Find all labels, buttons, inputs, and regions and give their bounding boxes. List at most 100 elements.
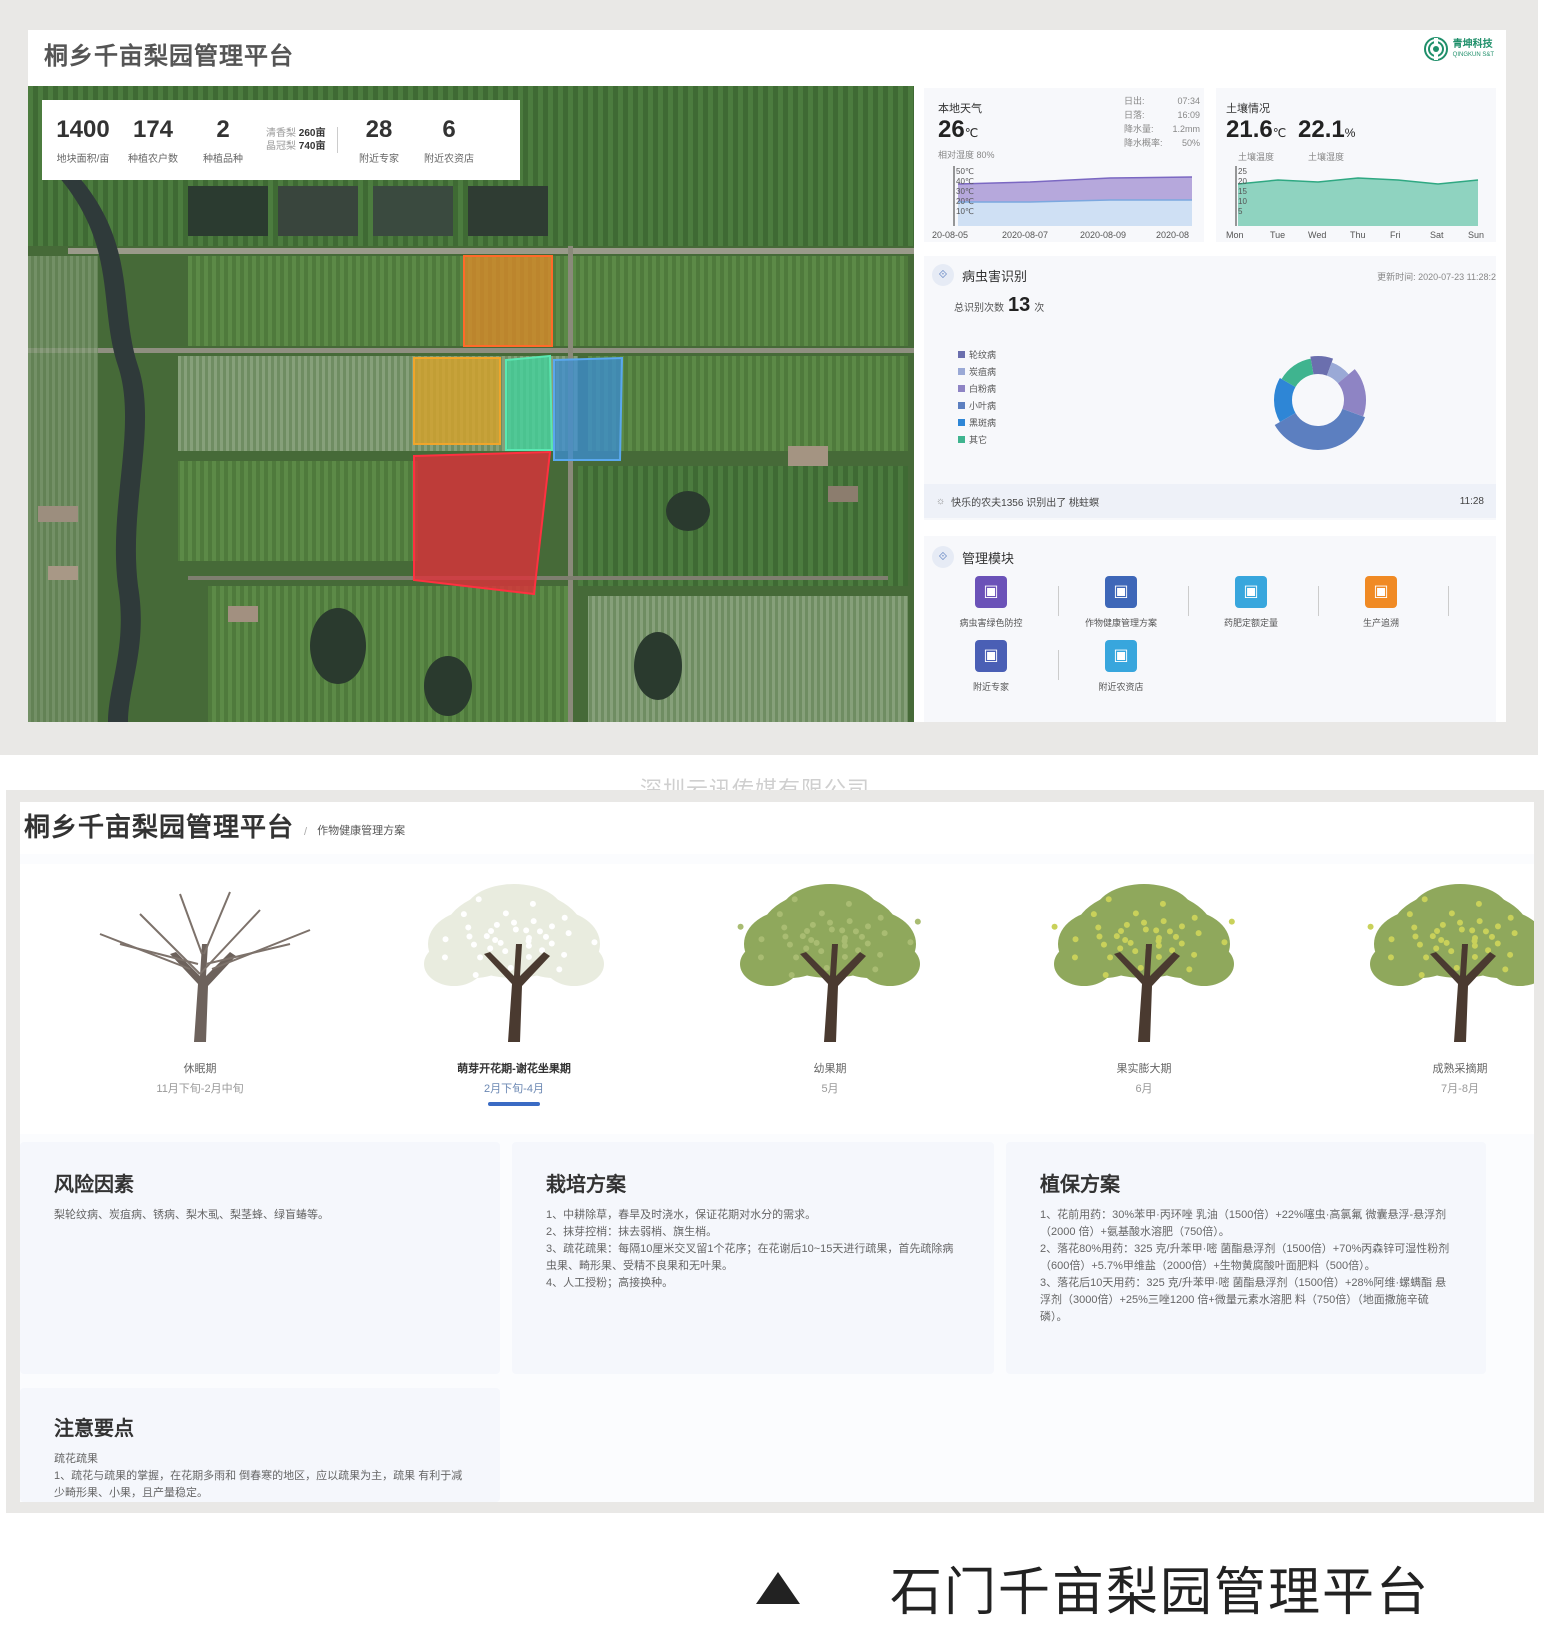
temp-unit: ℃	[964, 126, 979, 140]
pear-tree-image	[1051, 884, 1235, 1042]
pest-updated: 更新时间: 2020-07-23 11:28:2	[1377, 272, 1496, 282]
pest-total-label: 总识别次数	[954, 303, 1004, 314]
legend-label: 小叶病	[969, 401, 997, 411]
x-tick: Sun	[1468, 230, 1484, 240]
module-shield-star[interactable]: ▣ 病虫害绿色防控	[928, 576, 1054, 629]
stat-label: 附近农资店	[424, 153, 474, 165]
sun-icon: ☼	[936, 495, 946, 507]
soil-humidity-unit: %	[1344, 126, 1356, 140]
dashboard-window: 桐乡千亩梨园管理平台 青坤科技 QINGKUN S&T 1400 地块面积/亩 …	[28, 30, 1506, 722]
detail-value: 07:34	[1177, 96, 1200, 106]
modules-panel: ⟐ 管理模块 ▣ 病虫害绿色防控 ▣ 作物健康管理方案 ▣ 药肥定额定量 ▣ 生产追溯 ▣ 附近专…	[924, 536, 1496, 722]
logo-cn: 青坤科技	[1452, 39, 1493, 50]
stage-tab[interactable]: 休眠期 11月下旬-2月中旬	[50, 874, 350, 1096]
header: 桐乡千亩梨园管理平台 青坤科技 QINGKUN S&T	[28, 30, 1506, 80]
x-tick: 2020-08-09	[1080, 230, 1126, 240]
stat-value: 1400	[56, 115, 110, 143]
satellite-map[interactable]: 1400 地块面积/亩 174 种植农户数 2 种植品种 清香梨 260亩 晶冠…	[28, 86, 914, 722]
y-tick: 20℃	[956, 197, 974, 206]
soil-chart: 25 20 15 10 5 Mon Tue Wed Thu Fri Sat Su…	[1226, 166, 1484, 240]
stage-date: 7月-8月	[1441, 1083, 1479, 1095]
dashboard-screenshot: 桐乡千亩梨园管理平台 青坤科技 QINGKUN S&T 1400 地块面积/亩 …	[0, 0, 1538, 755]
breadcrumb[interactable]: 作物健康管理方案	[317, 822, 405, 838]
temp-value: 26	[938, 116, 965, 143]
weather-details: 日出: 07:34 日落: 16:09 降水量: 1.2mm 降水概率: 50%	[1124, 94, 1200, 150]
module-label: 附近专家	[972, 682, 1009, 692]
x-tick: Thu	[1350, 230, 1366, 240]
legend-item: 轮纹病	[958, 346, 996, 363]
stage-tab[interactable]: 果实膨大期 6月	[994, 874, 1294, 1096]
module-divider	[1448, 586, 1449, 616]
stat-value: 2	[216, 115, 230, 143]
health-plan-icon: ▣	[1105, 576, 1137, 608]
module-label: 生产追溯	[1362, 618, 1399, 628]
legend-swatch	[958, 402, 965, 409]
variety-area: 740亩	[298, 141, 326, 152]
detail-key: 日落:	[1124, 110, 1145, 120]
notes-card: 注意要点 疏花疏果 1、疏花与疏果的掌握，在花期多雨和 倒春寒的地区，应以疏果为…	[20, 1388, 500, 1502]
legend-item: 黑斑病	[958, 414, 996, 431]
breadcrumb-separator: /	[304, 826, 308, 838]
pest-total: 总识别次数 13 次	[954, 294, 1044, 317]
risk-title: 风险因素	[54, 1174, 134, 1196]
x-tick: 2020-08-07	[1002, 230, 1048, 240]
y-tick: 50℃	[956, 167, 974, 176]
pear-tree-image	[99, 891, 311, 1042]
x-tick: Sat	[1430, 230, 1444, 240]
soil-panel: 土壤情况 21.6℃ 22.1% 土壤温度 土壤湿度 25 20 15 10 5…	[1216, 88, 1496, 242]
stage-date: 5月	[821, 1083, 839, 1095]
module-database[interactable]: ▣ 药肥定额定量	[1188, 576, 1314, 629]
stage-tab[interactable]: 萌芽开花期-谢花坐果期 2月下旬-4月	[364, 874, 664, 1106]
legend-item: 其它	[958, 431, 996, 448]
y-tick: 25	[1238, 167, 1247, 176]
stage-tab[interactable]: 成熟采摘期 7月-8月	[1310, 874, 1534, 1096]
module-expert[interactable]: ▣ 附近专家	[928, 640, 1054, 693]
shield-star-icon: ▣	[975, 576, 1007, 608]
stage-name: 幼果期	[813, 1063, 847, 1075]
logo-en: QINGKUN S&T	[1452, 52, 1494, 58]
y-tick: 40℃	[956, 177, 974, 186]
stats-panel: 1400 地块面积/亩 174 种植农户数 2 种植品种 清香梨 260亩 晶冠…	[42, 100, 520, 180]
pear-tree-image	[1367, 884, 1534, 1042]
stat-experts[interactable]: 28 附近专家	[344, 116, 414, 165]
soil-temp-value: 21.6	[1226, 116, 1273, 143]
x-tick: Fri	[1390, 230, 1401, 240]
module-trace[interactable]: ▣ 生产追溯	[1318, 576, 1444, 629]
stat-value: 28	[365, 115, 393, 143]
detail-key: 日出:	[1124, 96, 1145, 106]
pest-notice-time: 11:28	[1459, 495, 1484, 507]
stage-tab[interactable]: 幼果期 5月	[680, 874, 980, 1096]
pest-notice: 快乐的农夫1356 识别出了 桃蛀螟	[951, 497, 1099, 509]
app-title: 桐乡千亩梨园管理平台	[24, 812, 295, 842]
cultivation-title: 栽培方案	[546, 1174, 626, 1196]
protection-title: 植保方案	[1040, 1174, 1120, 1196]
expert-icon: ▣	[975, 640, 1007, 672]
company-logo: 青坤科技 QINGKUN S&T	[1423, 36, 1494, 62]
header: 桐乡千亩梨园管理平台 / 作物健康管理方案	[20, 802, 1534, 854]
triangle-icon	[756, 1571, 800, 1604]
y-tick: 20	[1238, 177, 1247, 186]
pest-notice-bar[interactable]: ☼ 快乐的农夫1356 识别出了 桃蛀螟 11:28	[924, 484, 1496, 518]
detail-key: 降水量:	[1124, 124, 1154, 134]
weather-chart: 50℃ 40℃ 30℃ 20℃ 10℃ 20-08-05 2020-08-07 …	[932, 166, 1193, 240]
stat-shops[interactable]: 6 附近农资店	[414, 116, 484, 165]
stage-name: 成熟采摘期	[1432, 1063, 1488, 1075]
growth-stage-carousel: 休眠期 11月下旬-2月中旬 萌芽开花期-谢花坐果期 2月下旬-4月 幼果期 5月 果实膨大…	[20, 864, 1534, 1134]
stat-label: 地块面积/亩	[56, 153, 110, 165]
legend-swatch	[958, 436, 965, 443]
stage-name: 萌芽开花期-谢花坐果期	[457, 1063, 571, 1075]
stat-value: 174	[132, 115, 174, 143]
module-shop[interactable]: ▣ 附近农资店	[1058, 640, 1184, 693]
module-health-plan[interactable]: ▣ 作物健康管理方案	[1058, 576, 1184, 629]
shop-icon: ▣	[1105, 640, 1137, 672]
caption: 石门千亩梨园管理平台	[756, 1550, 1430, 1625]
legend-item: 炭疽病	[958, 363, 996, 380]
active-stage-indicator	[488, 1102, 540, 1106]
variety-name: 晶冠梨	[266, 141, 296, 152]
pest-panel: ⟐ 病虫害识别 更新时间: 2020-07-23 11:28:2 总识别次数 1…	[924, 256, 1496, 520]
modules-title-text: 管理模块	[962, 550, 1015, 566]
legend-label: 黑斑病	[969, 418, 997, 428]
legend-label: 轮纹病	[969, 350, 997, 360]
module-label: 作物健康管理方案	[1084, 618, 1157, 628]
variety-area: 260亩	[298, 128, 326, 139]
